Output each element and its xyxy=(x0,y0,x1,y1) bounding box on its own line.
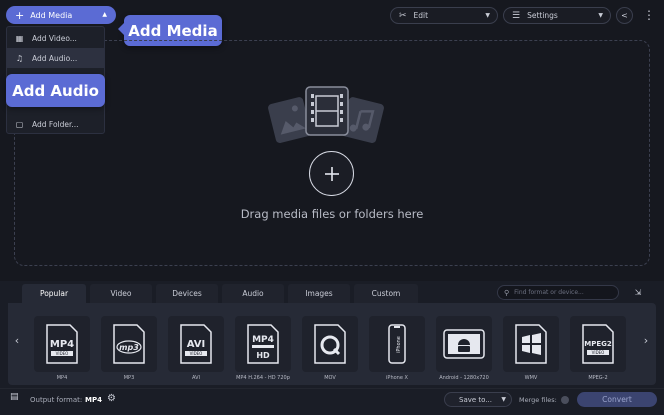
scroll-left-arrow-icon[interactable]: ‹ xyxy=(12,334,22,347)
mp3-file-icon: mp3 xyxy=(113,324,145,364)
format-label: Android - 1280x720 xyxy=(439,375,489,381)
chevron-up-icon: ▲ xyxy=(102,11,107,18)
callout-add-audio: Add Audio xyxy=(6,74,105,107)
format-mp4-hd-720p[interactable]: MP4 HD MP4 H.264 - HD 720p xyxy=(233,316,293,386)
plus-icon xyxy=(324,166,339,181)
share-icon: < xyxy=(621,11,628,20)
tab-images[interactable]: Images xyxy=(288,284,350,303)
convert-button[interactable]: Convert xyxy=(577,392,657,407)
mpeg2-file-icon: MPEG2 VIDEO xyxy=(582,324,614,364)
tab-devices[interactable]: Devices xyxy=(156,284,218,303)
gear-icon[interactable]: ⚙ xyxy=(107,393,116,404)
format-tile xyxy=(436,316,492,372)
svg-text:VIDEO: VIDEO xyxy=(56,351,69,356)
avi-file-icon: AVI VIDEO xyxy=(180,324,212,364)
format-label: MOV xyxy=(324,375,336,381)
mp4-file-icon: MP4 VIDEO xyxy=(46,324,78,364)
format-tabs: Popular Video Devices Audio Images Custo… xyxy=(22,284,422,303)
music-note-icon: ♫ xyxy=(15,53,24,63)
add-media-label: Add Media xyxy=(30,10,73,20)
format-tile: iPhone xyxy=(369,316,425,372)
menu-item-label: Add Folder... xyxy=(32,119,79,129)
add-files-button[interactable] xyxy=(309,151,354,196)
export-icon[interactable]: ⇲ xyxy=(630,285,646,300)
svg-text:HD: HD xyxy=(256,351,270,360)
share-button[interactable]: < xyxy=(616,7,633,24)
format-label: MP4 H.264 - HD 720p xyxy=(236,375,290,381)
svg-text:VIDEO: VIDEO xyxy=(592,350,605,355)
format-tile: AVI VIDEO xyxy=(168,316,224,372)
format-label: MPEG-2 xyxy=(588,375,608,381)
svg-text:AVI: AVI xyxy=(187,339,206,350)
menu-item-label: Add Audio... xyxy=(32,53,78,63)
quicktime-file-icon xyxy=(314,324,346,364)
settings-label: Settings xyxy=(527,11,558,20)
format-avi[interactable]: AVI VIDEO AVI xyxy=(166,316,226,386)
format-mov[interactable]: MOV xyxy=(300,316,360,386)
plus-icon: + xyxy=(15,8,25,22)
add-media-button[interactable]: + Add Media ▲ xyxy=(6,6,116,24)
chevron-down-icon: ▼ xyxy=(501,396,506,403)
menu-item-add-audio[interactable]: ♫ Add Audio... xyxy=(7,48,104,68)
format-mp4[interactable]: MP4 VIDEO MP4 xyxy=(32,316,92,386)
svg-text:MP4: MP4 xyxy=(50,339,74,350)
format-label: MP3 xyxy=(123,375,135,381)
menu-item-add-folder[interactable]: ▢ Add Folder... xyxy=(7,114,104,134)
search-icon: ⚲ xyxy=(504,288,510,297)
chevron-down-icon: ▼ xyxy=(485,12,490,19)
format-mpeg-2[interactable]: MPEG2 VIDEO MPEG-2 xyxy=(568,316,628,386)
tab-video[interactable]: Video xyxy=(90,284,152,303)
chevron-down-icon: ▼ xyxy=(598,12,603,19)
output-format-label: Output format: xyxy=(30,396,83,404)
format-android-1280x720[interactable]: Android - 1280x720 xyxy=(434,316,494,386)
format-tile xyxy=(302,316,358,372)
merge-files-toggle[interactable] xyxy=(561,396,569,404)
format-tile: MPEG2 VIDEO xyxy=(570,316,626,372)
tab-popular[interactable]: Popular xyxy=(22,284,86,303)
svg-text:MPEG2: MPEG2 xyxy=(584,340,612,348)
format-label: WMV xyxy=(524,375,538,381)
format-label: MP4 xyxy=(56,375,68,381)
edit-label: Edit xyxy=(413,11,429,20)
save-to-button[interactable]: Save to... ▼ xyxy=(444,392,512,407)
media-files-illustration-icon xyxy=(268,86,384,143)
format-tile: mp3 xyxy=(101,316,157,372)
scroll-right-arrow-icon[interactable]: › xyxy=(641,334,651,347)
merge-files-label: Merge files: xyxy=(519,396,557,404)
tools-icon: ✂ xyxy=(399,10,407,21)
output-file-icon: ▤ xyxy=(10,392,19,402)
film-icon: ▦ xyxy=(15,33,24,43)
svg-text:VIDEO: VIDEO xyxy=(190,351,203,356)
save-to-label: Save to... xyxy=(459,395,492,404)
drop-hint-text: Drag media files or folders here xyxy=(240,207,424,221)
format-tile: MP4 VIDEO xyxy=(34,316,90,372)
menu-item-label: Add Video... xyxy=(32,33,77,43)
edit-dropdown[interactable]: ✂ Edit ▼ xyxy=(390,7,498,24)
format-label: AVI xyxy=(192,375,200,381)
more-options-icon[interactable]: ⋮ xyxy=(641,6,657,26)
tab-audio[interactable]: Audio xyxy=(222,284,284,303)
output-format-value[interactable]: MP4 xyxy=(85,396,102,404)
android-tablet-icon xyxy=(443,329,485,359)
format-search[interactable]: ⚲ xyxy=(497,285,619,300)
menu-item-add-video[interactable]: ▦ Add Video... xyxy=(7,28,104,48)
format-tile: MP4 HD xyxy=(235,316,291,372)
mp4-hd-file-icon: MP4 HD xyxy=(247,324,279,364)
svg-text:iPhone: iPhone xyxy=(396,336,402,353)
svg-text:MP4: MP4 xyxy=(252,335,274,345)
format-wmv[interactable]: WMV xyxy=(501,316,561,386)
format-iphone-x[interactable]: iPhone iPhone X xyxy=(367,316,427,386)
format-tile xyxy=(503,316,559,372)
settings-dropdown[interactable]: ☰ Settings ▼ xyxy=(503,7,611,24)
format-mp3[interactable]: mp3 MP3 xyxy=(99,316,159,386)
sliders-icon: ☰ xyxy=(512,10,521,21)
format-search-input[interactable] xyxy=(514,289,615,296)
windows-media-file-icon xyxy=(515,324,547,364)
iphone-icon: iPhone xyxy=(388,324,406,364)
svg-text:mp3: mp3 xyxy=(119,343,139,352)
tab-custom[interactable]: Custom xyxy=(354,284,418,303)
format-label: iPhone X xyxy=(386,375,408,381)
folder-icon: ▢ xyxy=(15,119,24,129)
